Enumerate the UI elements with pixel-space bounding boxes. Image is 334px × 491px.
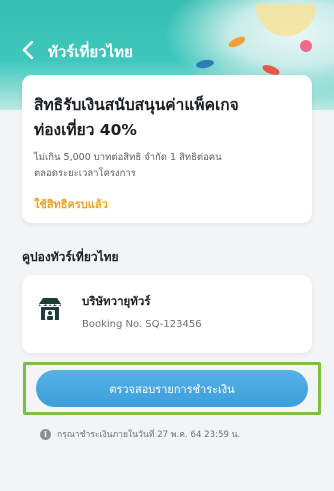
privilege-headline: สิทธิรับเงินสนับสนุนค่าแพ็คเกจ ท่องเที่ย…	[34, 93, 296, 143]
back-button[interactable]	[16, 38, 40, 62]
coupon-card[interactable]: บริษัทวายุทัวร์ Booking No. SQ-123456	[22, 275, 312, 353]
privilege-desc-line1: ไม่เกิน 5,000 บาทต่อสิทธิ จำกัด 1 สิทธิต…	[34, 152, 222, 163]
privilege-description: ไม่เกิน 5,000 บาทต่อสิทธิ จำกัด 1 สิทธิต…	[34, 150, 296, 182]
info-icon: i	[40, 428, 51, 440]
privilege-headline-line2: ท่องเที่ยว 40%	[34, 121, 137, 139]
payment-deadline-notice: i กรุณาชำระเงินภายในวันที่ 27 พ.ค. 64 23…	[40, 427, 330, 441]
privilege-desc-line2: ตลอดระยะเวลาโครงการ	[34, 168, 136, 179]
shop-icon	[39, 298, 61, 320]
booking-number: Booking No. SQ-123456	[82, 319, 202, 330]
page-title: ทัวร์เที่ยวไทย	[48, 43, 133, 61]
company-name: บริษัทวายุทัวร์	[82, 294, 151, 308]
privilege-card: สิทธิรับเงินสนับสนุนค่าแพ็คเกจ ท่องเที่ย…	[22, 75, 312, 223]
check-payment-button[interactable]: ตรวจสอบรายการชำระเงิน	[36, 370, 308, 407]
chevron-left-icon	[22, 41, 34, 59]
privilege-status: ใช้สิทธิครบแล้ว	[34, 198, 108, 211]
coupon-section-title: คูปองทัวร์เที่ยวไทย	[22, 250, 119, 264]
privilege-headline-line1: สิทธิรับเงินสนับสนุนค่าแพ็คเกจ	[34, 96, 239, 114]
payment-deadline-text: กรุณาชำระเงินภายในวันที่ 27 พ.ค. 64 23:5…	[57, 430, 241, 440]
